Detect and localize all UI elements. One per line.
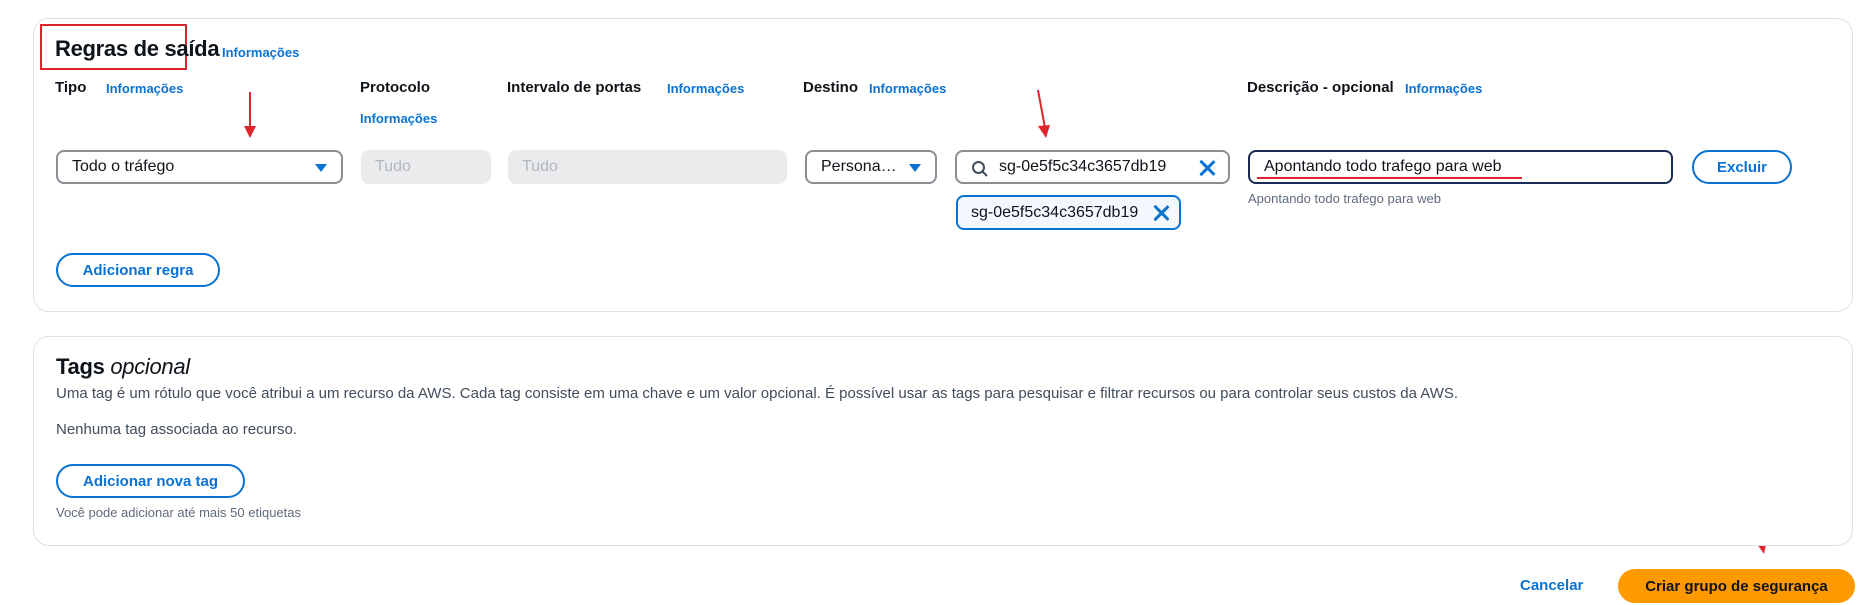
close-icon[interactable]	[1198, 159, 1216, 177]
add-tag-button[interactable]: Adicionar nova tag	[56, 464, 245, 498]
destination-token-label: sg-0e5f5c34c3657db19	[971, 204, 1139, 221]
tags-panel	[33, 336, 1853, 546]
tags-title-optional: opcional	[110, 354, 190, 379]
type-info-link[interactable]: Informações	[106, 81, 183, 96]
port-range-label: Intervalo de portas	[507, 79, 642, 96]
create-security-group-button[interactable]: Criar grupo de segurança	[1618, 569, 1855, 603]
close-icon[interactable]	[1152, 204, 1170, 222]
type-select-value: Todo o tráfego	[72, 158, 175, 175]
annotation-arrow-destination	[1037, 89, 1050, 138]
protocol-field: Tudo	[361, 150, 491, 184]
destination-select[interactable]: Persona…	[805, 150, 937, 184]
type-label: Tipo	[55, 79, 87, 96]
annotation-underline	[1257, 177, 1522, 179]
description-hint: Apontando todo trafego para web	[1248, 191, 1441, 206]
tags-empty-text: Nenhuma tag associada ao recurso.	[56, 421, 297, 438]
destination-info-link[interactable]: Informações	[869, 81, 946, 96]
outbound-rules-title: Regras de saída	[55, 36, 220, 61]
chevron-down-icon	[909, 164, 921, 172]
destination-token: sg-0e5f5c34c3657db19	[956, 195, 1181, 230]
outbound-info-link[interactable]: Informações	[222, 45, 299, 60]
destination-select-value: Persona…	[821, 158, 897, 175]
description-value: Apontando todo trafego para web	[1264, 158, 1502, 175]
description-label: Descrição - opcional	[1247, 79, 1394, 96]
port-range-value: Tudo	[522, 158, 558, 175]
destination-search-value: sg-0e5f5c34c3657db19	[999, 158, 1167, 175]
destination-search-input[interactable]: sg-0e5f5c34c3657db19	[955, 150, 1230, 184]
port-range-info-link[interactable]: Informações	[667, 81, 744, 96]
add-rule-button[interactable]: Adicionar regra	[56, 253, 220, 287]
search-icon	[972, 161, 988, 177]
description-info-link[interactable]: Informações	[1405, 81, 1482, 96]
tags-description: Uma tag é um rótulo que você atribui a u…	[56, 385, 1459, 402]
tags-title-main: Tags	[56, 354, 105, 379]
protocol-value: Tudo	[375, 158, 411, 175]
delete-rule-button[interactable]: Excluir	[1692, 150, 1792, 184]
protocol-info-link[interactable]: Informações	[360, 111, 437, 126]
type-select[interactable]: Todo o tráfego	[56, 150, 343, 184]
annotation-arrow-type	[244, 92, 256, 138]
chevron-down-icon	[315, 164, 327, 172]
protocol-label: Protocolo	[360, 79, 430, 96]
port-range-field: Tudo	[508, 150, 787, 184]
cancel-button[interactable]: Cancelar	[1520, 577, 1583, 594]
tags-limit-text: Você pode adicionar até mais 50 etiqueta…	[56, 505, 302, 520]
tags-title: Tags opcional	[56, 354, 190, 380]
destination-label: Destino	[803, 79, 859, 96]
